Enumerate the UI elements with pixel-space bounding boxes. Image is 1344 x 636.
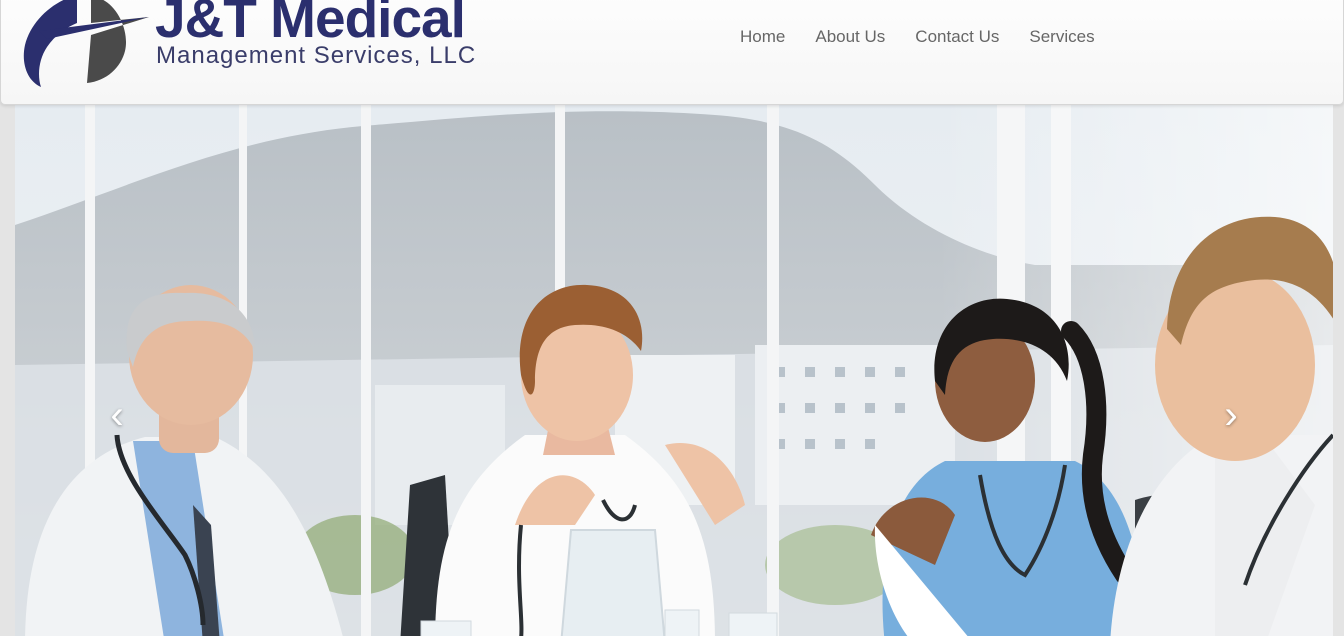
nav-item-home: Home: [725, 25, 800, 49]
brand-logo-link[interactable]: J&T Medical Management Services, LLC: [17, 0, 497, 93]
chevron-right-icon: ›: [1224, 392, 1238, 437]
nav-link-contact-us[interactable]: Contact Us: [900, 25, 1014, 49]
logo-mark-icon: [23, 0, 149, 87]
nav-item-about: About Us: [800, 25, 900, 49]
nav-link-about-us[interactable]: About Us: [800, 25, 900, 49]
nav-item-services: Services: [1014, 25, 1109, 49]
nav-link-home[interactable]: Home: [725, 25, 800, 49]
brand-subtitle: Management Services, LLC: [156, 42, 477, 69]
nav-link-services[interactable]: Services: [1014, 25, 1109, 49]
carousel-prev-button[interactable]: ‹: [97, 392, 137, 437]
chevron-left-icon: ‹: [110, 392, 124, 437]
hero-carousel: ‹ ›: [15, 105, 1333, 636]
hero-image-doctors-meeting: [15, 105, 1333, 636]
carousel-next-button[interactable]: ›: [1211, 392, 1251, 437]
navbar: J&T Medical Management Services, LLC Hom…: [0, 0, 1344, 105]
main-nav: Home About Us Contact Us Services: [725, 25, 1110, 49]
nav-item-contact: Contact Us: [900, 25, 1014, 49]
